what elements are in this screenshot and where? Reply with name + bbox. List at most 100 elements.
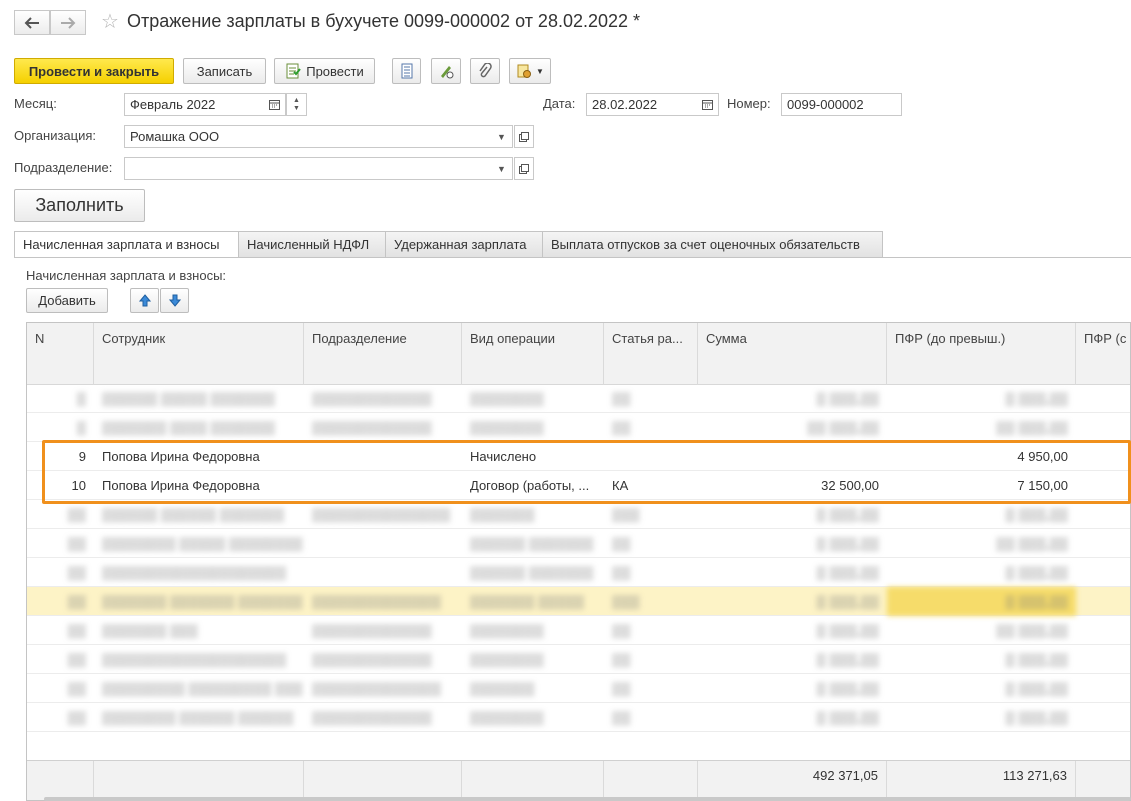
stepper-down-icon[interactable]: ▼ bbox=[293, 105, 300, 113]
month-stepper[interactable]: ▲ ▼ bbox=[286, 93, 307, 116]
calendar-icon bbox=[702, 100, 713, 110]
tab-accrued-salary[interactable]: Начисленная зарплата и взносы bbox=[14, 231, 239, 258]
cell-obscured: ▒▒▒▒▒▒▒ ▒▒▒▒▒▒▒ ▒▒▒▒▒▒▒ bbox=[102, 594, 303, 609]
post-and-close-button[interactable]: Провести и закрыть bbox=[14, 58, 174, 84]
cell-obscured: ▒ ▒▒▒,▒▒ bbox=[887, 587, 1076, 616]
cell-obscured: ▒▒ bbox=[612, 623, 631, 638]
department-dropdown-button[interactable]: ▼ bbox=[491, 157, 513, 180]
cell-obscured: ▒▒ ▒▒▒,▒▒ bbox=[996, 420, 1068, 435]
cell-obscured: ▒▒▒▒▒▒ ▒▒▒▒▒ ▒▒▒▒▒▒▒ bbox=[102, 391, 276, 406]
back-button[interactable] bbox=[14, 10, 50, 35]
cell-obscured: ▒▒ bbox=[67, 565, 86, 580]
post-button[interactable]: Провести bbox=[274, 58, 375, 84]
cell-obscured: ▒▒▒▒▒▒▒ ▒▒▒▒▒ bbox=[470, 594, 585, 609]
number-field[interactable]: 0099-000002 bbox=[781, 93, 902, 116]
cell-obscured: ▒▒▒▒▒▒▒▒▒▒▒▒▒▒▒▒▒▒▒▒ bbox=[102, 652, 287, 667]
table-row-obscured[interactable]: ▒▒ ▒▒▒▒▒▒▒▒ ▒▒▒▒▒▒ ▒▒▒▒▒▒ ▒▒▒▒▒▒▒▒▒▒▒▒▒ … bbox=[27, 703, 1130, 732]
cell-obscured: ▒▒▒▒▒▒▒▒▒▒▒▒▒ bbox=[312, 710, 432, 725]
open-window-icon bbox=[519, 163, 529, 174]
cell-obscured: ▒▒ bbox=[67, 652, 86, 667]
horizontal-scrollbar[interactable] bbox=[44, 797, 1131, 801]
more-dropdown-button[interactable]: ▼ bbox=[509, 58, 551, 84]
column-header-sum[interactable]: Сумма bbox=[698, 323, 887, 385]
table-row-obscured[interactable]: ▒▒ ▒▒▒▒▒▒▒▒▒▒▒▒▒▒▒▒▒▒▒▒ ▒▒▒▒▒▒ ▒▒▒▒▒▒▒ ▒… bbox=[27, 558, 1130, 587]
cell-obscured: ▒▒▒▒▒▒▒ bbox=[470, 507, 535, 522]
cell-obscured: ▒ ▒▒▒,▒▒ bbox=[1005, 710, 1069, 725]
calendar-button[interactable] bbox=[264, 93, 286, 116]
stepper-up-icon[interactable]: ▲ bbox=[293, 97, 300, 105]
cell-obscured: ▒ ▒▒▒,▒▒ bbox=[816, 391, 880, 406]
favorite-star-icon[interactable]: ☆ bbox=[101, 11, 119, 33]
save-button[interactable]: Записать bbox=[183, 58, 266, 84]
cell-obscured: ▒ ▒▒▒,▒▒ bbox=[816, 681, 880, 696]
edit-button[interactable] bbox=[431, 58, 461, 84]
forward-button[interactable] bbox=[50, 10, 86, 35]
column-header-article[interactable]: Статья ра... bbox=[604, 323, 698, 385]
date-label: Дата: bbox=[543, 96, 576, 111]
cell-obscured: ▒▒ bbox=[67, 507, 86, 522]
organization-dropdown-button[interactable]: ▼ bbox=[491, 125, 513, 148]
tab-accrued-ndfl[interactable]: Начисленный НДФЛ bbox=[239, 231, 386, 258]
column-header-pfr-above[interactable]: ПФР (с bbox=[1076, 323, 1130, 385]
cell-obscured: ▒▒ bbox=[67, 536, 86, 551]
month-label: Месяц: bbox=[14, 96, 57, 111]
organization-field[interactable]: Ромашка ООО bbox=[124, 125, 513, 148]
column-header-operation[interactable]: Вид операции bbox=[462, 323, 604, 385]
table-row-obscured[interactable]: ▒▒ ▒▒▒▒▒▒▒▒ ▒▒▒▒▒ ▒▒▒▒▒▒▒▒ ▒▒▒▒▒▒ ▒▒▒▒▒▒… bbox=[27, 529, 1130, 558]
table-row-obscured[interactable]: ▒ ▒▒▒▒▒▒▒ ▒▒▒▒ ▒▒▒▒▒▒▒ ▒▒▒▒▒▒▒▒▒▒▒▒▒ ▒▒▒… bbox=[27, 413, 1130, 442]
post-button-label: Провести bbox=[306, 63, 364, 79]
cell-obscured: ▒ ▒▒▒,▒▒ bbox=[816, 710, 880, 725]
table-row-selected[interactable]: ▒▒ ▒▒▒▒▒▒▒ ▒▒▒▒▒▒▒ ▒▒▒▒▒▒▒ ▒▒▒▒▒▒▒▒▒▒▒▒▒… bbox=[27, 587, 1130, 616]
column-header-department[interactable]: Подразделение bbox=[304, 323, 462, 385]
cell-obscured bbox=[304, 529, 462, 558]
table-row-obscured[interactable]: ▒ ▒▒▒▒▒▒ ▒▒▒▒▒ ▒▒▒▒▒▒▒ ▒▒▒▒▒▒▒▒▒▒▒▒▒ ▒▒▒… bbox=[27, 384, 1130, 413]
footer-cell bbox=[27, 761, 94, 800]
accruals-table[interactable]: N Сотрудник Подразделение Вид операции С… bbox=[26, 322, 1131, 801]
cell-obscured: ▒▒▒▒▒▒▒▒▒ ▒▒▒▒▒▒▒▒▒ ▒▒▒ bbox=[102, 681, 303, 696]
column-header-n[interactable]: N bbox=[27, 323, 94, 385]
cell-obscured: ▒▒▒▒▒▒▒▒ bbox=[470, 623, 544, 638]
cell-obscured: ▒ ▒▒▒,▒▒ bbox=[1005, 565, 1069, 580]
cell-obscured: ▒ ▒▒▒,▒▒ bbox=[816, 536, 880, 551]
move-up-button[interactable] bbox=[130, 288, 159, 313]
cell-obscured: ▒ bbox=[76, 420, 86, 435]
attach-button[interactable] bbox=[470, 58, 500, 84]
cell-obscured: ▒▒ bbox=[612, 420, 631, 435]
cell-obscured: ▒▒▒▒▒▒ ▒▒▒▒▒▒ ▒▒▒▒▒▒▒ bbox=[102, 507, 285, 522]
cell-obscured: ▒▒▒▒▒▒▒▒▒▒▒▒▒▒ bbox=[312, 594, 441, 609]
cell-obscured: ▒▒ bbox=[67, 710, 86, 725]
table-row-obscured[interactable]: ▒▒ ▒▒▒▒▒▒ ▒▒▒▒▒▒ ▒▒▒▒▒▒▒ ▒▒▒▒▒▒▒▒▒▒▒▒▒▒▒… bbox=[27, 500, 1130, 529]
cell-obscured: ▒▒▒▒▒▒▒ ▒▒▒ bbox=[102, 623, 198, 638]
fill-button[interactable]: Заполнить bbox=[14, 189, 145, 222]
organization-open-button[interactable] bbox=[514, 125, 534, 148]
window-title: Отражение зарплаты в бухучете 0099-00000… bbox=[127, 11, 641, 31]
table-row-obscured[interactable]: ▒▒ ▒▒▒▒▒▒▒▒▒ ▒▒▒▒▒▒▒▒▒ ▒▒▒ ▒▒▒▒▒▒▒▒▒▒▒▒▒… bbox=[27, 674, 1130, 703]
table-row-obscured[interactable]: ▒▒ ▒▒▒▒▒▒▒ ▒▒▒ ▒▒▒▒▒▒▒▒▒▒▒▒▒ ▒▒▒▒▒▒▒▒ ▒▒… bbox=[27, 616, 1130, 645]
arrow-down-icon bbox=[168, 294, 181, 307]
pen-edit-icon bbox=[441, 66, 454, 79]
cell-obscured: ▒ ▒▒▒,▒▒ bbox=[1005, 391, 1069, 406]
department-field[interactable] bbox=[124, 157, 513, 180]
add-button[interactable]: Добавить bbox=[26, 288, 108, 313]
tab-withheld-salary[interactable]: Удержанная зарплата bbox=[386, 231, 543, 258]
table-row-obscured[interactable]: ▒▒ ▒▒▒▒▒▒▒▒▒▒▒▒▒▒▒▒▒▒▒▒ ▒▒▒▒▒▒▒▒▒▒▒▒▒ ▒▒… bbox=[27, 645, 1130, 674]
arrow-up-icon bbox=[138, 294, 151, 307]
cell-obscured: ▒▒▒▒▒▒▒▒▒▒▒▒▒▒▒▒▒▒▒▒ bbox=[102, 565, 287, 580]
cell-obscured: ▒▒▒ bbox=[612, 594, 640, 609]
cell-obscured: ▒▒▒▒▒▒▒▒ bbox=[470, 710, 544, 725]
cell-obscured: ▒▒ ▒▒▒,▒▒ bbox=[996, 623, 1068, 638]
department-open-button[interactable] bbox=[514, 157, 534, 180]
move-down-button[interactable] bbox=[160, 288, 189, 313]
report-button[interactable] bbox=[392, 58, 421, 84]
cell-obscured: ▒▒▒▒▒▒▒▒ bbox=[470, 420, 544, 435]
column-header-pfr-below[interactable]: ПФР (до превыш.) bbox=[887, 323, 1076, 385]
total-pfr: 113 271,63 bbox=[887, 761, 1076, 800]
cell-obscured: ▒▒▒▒▒▒▒▒ ▒▒▒▒▒▒ ▒▒▒▒▒▒ bbox=[102, 710, 294, 725]
cell-obscured: ▒▒▒▒▒▒ ▒▒▒▒▒▒▒ bbox=[470, 536, 594, 551]
month-field[interactable]: Февраль 2022 bbox=[124, 93, 286, 116]
cell-obscured: ▒▒ bbox=[612, 536, 631, 551]
tab-vacation-payments[interactable]: Выплата отпусков за счет оценочных обяза… bbox=[543, 231, 883, 258]
column-header-employee[interactable]: Сотрудник bbox=[94, 323, 304, 385]
cell-obscured: ▒▒ bbox=[612, 565, 631, 580]
date-calendar-button[interactable] bbox=[697, 93, 719, 116]
